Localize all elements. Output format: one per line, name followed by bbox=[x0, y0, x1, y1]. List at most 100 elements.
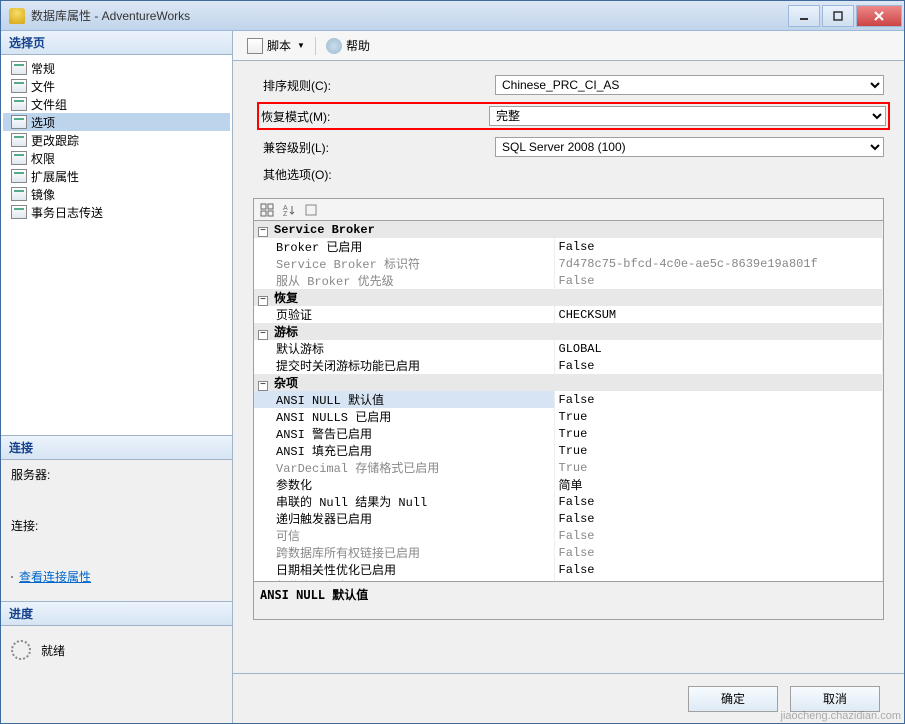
prop-value[interactable]: False bbox=[554, 527, 883, 544]
maximize-button[interactable] bbox=[822, 5, 854, 27]
prop-value[interactable]: False bbox=[554, 493, 883, 510]
prop-value[interactable]: CHECKSUM bbox=[554, 306, 883, 323]
propgrid-row[interactable]: 提交时关闭游标功能已启用False bbox=[254, 357, 883, 374]
toolbar-separator bbox=[315, 37, 316, 55]
propgrid-row[interactable]: ANSI NULLS 已启用True bbox=[254, 408, 883, 425]
prop-value[interactable]: True bbox=[554, 442, 883, 459]
tree-item-label: 扩展属性 bbox=[31, 168, 79, 185]
propgrid-row[interactable]: 可信False bbox=[254, 527, 883, 544]
prop-value[interactable]: True bbox=[554, 408, 883, 425]
propgrid-row[interactable]: ANSI NULL 默认值False bbox=[254, 391, 883, 408]
propgrid-row[interactable]: 串联的 Null 结果为 NullFalse bbox=[254, 493, 883, 510]
categorized-button[interactable] bbox=[258, 202, 276, 218]
prop-value[interactable]: False bbox=[554, 238, 883, 255]
page-icon bbox=[11, 115, 27, 129]
prop-name: 页验证 bbox=[254, 306, 554, 323]
left-pane-header: 选择页 bbox=[1, 31, 232, 55]
propgrid-tool-button[interactable] bbox=[302, 202, 320, 218]
propgrid-row[interactable]: 服从 Broker 优先级False bbox=[254, 272, 883, 289]
prop-value[interactable]: 简单 bbox=[554, 476, 883, 493]
prop-value[interactable]: True bbox=[554, 459, 883, 476]
propgrid-row[interactable]: Service Broker 标识符7d478c75-bfcd-4c0e-ae5… bbox=[254, 255, 883, 272]
help-button[interactable]: 帮助 bbox=[322, 35, 374, 56]
tree-item-label: 事务日志传送 bbox=[31, 204, 103, 221]
prop-value[interactable]: False bbox=[554, 510, 883, 527]
alphabetical-button[interactable]: AZ bbox=[280, 202, 298, 218]
ok-button[interactable]: 确定 bbox=[688, 686, 778, 712]
tree-item-label: 选项 bbox=[31, 114, 55, 131]
prop-value[interactable]: GLOBAL bbox=[554, 340, 883, 357]
tree-item[interactable]: 权限 bbox=[3, 149, 230, 167]
connection-header: 连接 bbox=[1, 436, 232, 460]
propgrid-row[interactable]: ANSI 警告已启用True bbox=[254, 425, 883, 442]
propgrid-category[interactable]: −恢复 bbox=[254, 289, 883, 306]
prop-value[interactable]: True bbox=[554, 425, 883, 442]
prop-value[interactable]: False bbox=[554, 561, 883, 578]
property-grid[interactable]: −Service BrokerBroker 已启用FalseService Br… bbox=[253, 220, 884, 582]
script-label: 脚本 bbox=[267, 37, 291, 54]
recovery-select[interactable]: 完整 bbox=[489, 106, 886, 126]
tree-item[interactable]: 文件 bbox=[3, 77, 230, 95]
page-icon bbox=[11, 169, 27, 183]
prop-name: ANSI 警告已启用 bbox=[254, 425, 554, 442]
tree-item[interactable]: 文件组 bbox=[3, 95, 230, 113]
left-pane: 选择页 常规文件文件组选项更改跟踪权限扩展属性镜像事务日志传送 连接 服务器: … bbox=[1, 31, 233, 723]
tree-item[interactable]: 常规 bbox=[3, 59, 230, 77]
minimize-button[interactable] bbox=[788, 5, 820, 27]
propgrid-row[interactable]: 日期相关性优化已启用False bbox=[254, 561, 883, 578]
watermark: jiaocheng.chazidian.com bbox=[781, 710, 901, 722]
prop-name: Broker 已启用 bbox=[254, 238, 554, 255]
close-button[interactable] bbox=[856, 5, 902, 27]
help-label: 帮助 bbox=[346, 37, 370, 54]
titlebar: 数据库属性 - AdventureWorks bbox=[1, 1, 904, 31]
collation-label: 排序规则(C): bbox=[263, 77, 495, 94]
dropdown-arrow-icon: ▼ bbox=[297, 41, 305, 50]
compat-select[interactable]: SQL Server 2008 (100) bbox=[495, 137, 884, 157]
svg-text:Z: Z bbox=[283, 211, 288, 217]
compat-label: 兼容级别(L): bbox=[263, 139, 495, 156]
collapse-icon[interactable]: − bbox=[258, 330, 268, 340]
prop-value[interactable]: False bbox=[554, 544, 883, 561]
tree-item[interactable]: 事务日志传送 bbox=[3, 203, 230, 221]
tree-item[interactable]: 扩展属性 bbox=[3, 167, 230, 185]
propgrid-row[interactable]: Broker 已启用False bbox=[254, 238, 883, 255]
prop-name: 串联的 Null 结果为 Null bbox=[254, 493, 554, 510]
collapse-icon[interactable]: − bbox=[258, 296, 268, 306]
db-icon bbox=[9, 8, 25, 24]
other-options-label: 其他选项(O): bbox=[263, 166, 495, 183]
propgrid-category[interactable]: −杂项 bbox=[254, 374, 883, 391]
page-icon bbox=[11, 187, 27, 201]
tree-item-label: 更改跟踪 bbox=[31, 132, 79, 149]
tree-item[interactable]: 更改跟踪 bbox=[3, 131, 230, 149]
tree-item[interactable]: 镜像 bbox=[3, 185, 230, 203]
toolbar: 脚本 ▼ 帮助 bbox=[233, 31, 904, 61]
prop-name: 默认游标 bbox=[254, 340, 554, 357]
collapse-icon[interactable]: − bbox=[258, 381, 268, 391]
propgrid-row[interactable]: 默认游标GLOBAL bbox=[254, 340, 883, 357]
cancel-button[interactable]: 取消 bbox=[790, 686, 880, 712]
prop-name: Service Broker 标识符 bbox=[254, 255, 554, 272]
window-buttons bbox=[786, 5, 902, 27]
prop-value[interactable]: False bbox=[554, 357, 883, 374]
view-connection-link[interactable]: 查看连接属性 bbox=[19, 568, 91, 585]
propgrid-row[interactable]: 递归触发器已启用False bbox=[254, 510, 883, 527]
progress-header: 进度 bbox=[1, 602, 232, 626]
propgrid-row[interactable]: ANSI 填充已启用True bbox=[254, 442, 883, 459]
page-icon bbox=[11, 61, 27, 75]
propgrid-category[interactable]: −游标 bbox=[254, 323, 883, 340]
propgrid-row[interactable]: 参数化简单 bbox=[254, 476, 883, 493]
prop-value[interactable]: False bbox=[554, 272, 883, 289]
propgrid-row[interactable]: VarDecimal 存储格式已启用True bbox=[254, 459, 883, 476]
script-button[interactable]: 脚本 ▼ bbox=[243, 35, 309, 56]
propgrid-row[interactable]: 页验证CHECKSUM bbox=[254, 306, 883, 323]
prop-value[interactable]: 7d478c75-bfcd-4c0e-ae5c-8639e19a801f bbox=[554, 255, 883, 272]
collapse-icon[interactable]: − bbox=[258, 227, 268, 237]
right-pane: 脚本 ▼ 帮助 排序规则(C): Chinese_PRC_CI_AS 恢复模式(… bbox=[233, 31, 904, 723]
connection-icon bbox=[11, 576, 13, 578]
prop-value[interactable]: False bbox=[554, 391, 883, 408]
script-icon bbox=[247, 38, 263, 54]
propgrid-category[interactable]: −Service Broker bbox=[254, 221, 883, 238]
collation-select[interactable]: Chinese_PRC_CI_AS bbox=[495, 75, 884, 95]
propgrid-row[interactable]: 跨数据库所有权链接已启用False bbox=[254, 544, 883, 561]
tree-item[interactable]: 选项 bbox=[3, 113, 230, 131]
